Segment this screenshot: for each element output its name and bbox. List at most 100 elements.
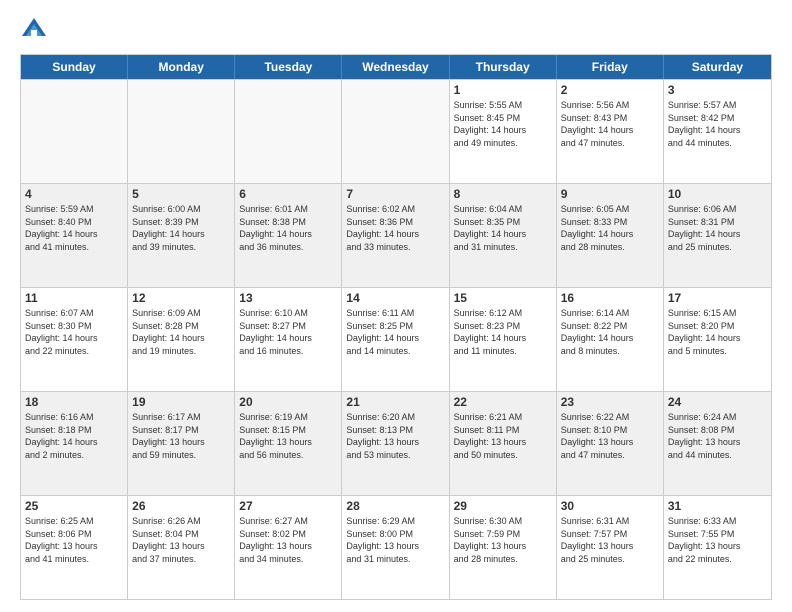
- cell-info: Sunrise: 6:17 AM Sunset: 8:17 PM Dayligh…: [132, 411, 230, 461]
- calendar: SundayMondayTuesdayWednesdayThursdayFrid…: [20, 54, 772, 600]
- empty-cell: [128, 80, 235, 183]
- cell-info: Sunrise: 6:04 AM Sunset: 8:35 PM Dayligh…: [454, 203, 552, 253]
- day-number: 9: [561, 187, 659, 201]
- day-cell-5: 5Sunrise: 6:00 AM Sunset: 8:39 PM Daylig…: [128, 184, 235, 287]
- cell-info: Sunrise: 6:06 AM Sunset: 8:31 PM Dayligh…: [668, 203, 767, 253]
- day-cell-18: 18 Sunrise: 6:16 AM Sunset: 8:18 PM Dayli…: [21, 392, 128, 495]
- logo-icon: [20, 16, 48, 44]
- calendar-row-1: 1 Sunrise: 5:55 AM Sunset: 8:45 PM Daylig…: [21, 79, 771, 183]
- day-cell-3: 3 Sunrise: 5:57 AM Sunset: 8:42 PM Daylig…: [664, 80, 771, 183]
- day-cell-26: 26 Sunrise: 6:26 AM Sunset: 8:04 PM Dayli…: [128, 496, 235, 599]
- cell-info: Sunrise: 6:30 AM Sunset: 7:59 PM Dayligh…: [454, 515, 552, 565]
- day-cell-22: 22 Sunrise: 6:21 AM Sunset: 8:11 PM Dayli…: [450, 392, 557, 495]
- day-cell-28: 28 Sunrise: 6:29 AM Sunset: 8:00 PM Dayli…: [342, 496, 449, 599]
- day-number: 27: [239, 499, 337, 513]
- day-cell-13: 13 Sunrise: 6:10 AM Sunset: 8:27 PM Dayli…: [235, 288, 342, 391]
- header-day-saturday: Saturday: [664, 55, 771, 79]
- header-day-wednesday: Wednesday: [342, 55, 449, 79]
- day-number: 12: [132, 291, 230, 305]
- cell-info: Sunrise: 6:15 AM Sunset: 8:20 PM Dayligh…: [668, 307, 767, 357]
- cell-info: Sunrise: 6:16 AM Sunset: 8:18 PM Dayligh…: [25, 411, 123, 461]
- empty-cell: [21, 80, 128, 183]
- day-number: 23: [561, 395, 659, 409]
- cell-info: Sunrise: 6:12 AM Sunset: 8:23 PM Dayligh…: [454, 307, 552, 357]
- day-cell-15: 15 Sunrise: 6:12 AM Sunset: 8:23 PM Dayli…: [450, 288, 557, 391]
- cell-info: Sunrise: 6:33 AM Sunset: 7:55 PM Dayligh…: [668, 515, 767, 565]
- day-number: 4: [25, 187, 123, 201]
- page: SundayMondayTuesdayWednesdayThursdayFrid…: [0, 0, 792, 612]
- day-cell-17: 17 Sunrise: 6:15 AM Sunset: 8:20 PM Dayli…: [664, 288, 771, 391]
- cell-info: Sunrise: 6:05 AM Sunset: 8:33 PM Dayligh…: [561, 203, 659, 253]
- logo: [20, 16, 52, 44]
- day-cell-31: 31 Sunrise: 6:33 AM Sunset: 7:55 PM Dayli…: [664, 496, 771, 599]
- day-cell-25: 25 Sunrise: 6:25 AM Sunset: 8:06 PM Dayli…: [21, 496, 128, 599]
- day-number: 8: [454, 187, 552, 201]
- day-cell-11: 11Sunrise: 6:07 AM Sunset: 8:30 PM Dayli…: [21, 288, 128, 391]
- day-cell-23: 23 Sunrise: 6:22 AM Sunset: 8:10 PM Dayli…: [557, 392, 664, 495]
- day-cell-2: 2Sunrise: 5:56 AM Sunset: 8:43 PM Daylig…: [557, 80, 664, 183]
- day-cell-10: 10 Sunrise: 6:06 AM Sunset: 8:31 PM Dayli…: [664, 184, 771, 287]
- day-cell-19: 19 Sunrise: 6:17 AM Sunset: 8:17 PM Dayli…: [128, 392, 235, 495]
- day-cell-20: 20 Sunrise: 6:19 AM Sunset: 8:15 PM Dayli…: [235, 392, 342, 495]
- cell-info: Sunrise: 6:31 AM Sunset: 7:57 PM Dayligh…: [561, 515, 659, 565]
- cell-info: Sunrise: 6:19 AM Sunset: 8:15 PM Dayligh…: [239, 411, 337, 461]
- day-cell-21: 21Sunrise: 6:20 AM Sunset: 8:13 PM Dayli…: [342, 392, 449, 495]
- day-number: 10: [668, 187, 767, 201]
- day-cell-4: 4Sunrise: 5:59 AM Sunset: 8:40 PM Daylig…: [21, 184, 128, 287]
- day-number: 6: [239, 187, 337, 201]
- day-number: 2: [561, 83, 659, 97]
- cell-info: Sunrise: 5:55 AM Sunset: 8:45 PM Dayligh…: [454, 99, 552, 149]
- day-number: 28: [346, 499, 444, 513]
- day-cell-24: 24Sunrise: 6:24 AM Sunset: 8:08 PM Dayli…: [664, 392, 771, 495]
- cell-info: Sunrise: 6:29 AM Sunset: 8:00 PM Dayligh…: [346, 515, 444, 565]
- calendar-body: 1 Sunrise: 5:55 AM Sunset: 8:45 PM Daylig…: [21, 79, 771, 599]
- header-day-friday: Friday: [557, 55, 664, 79]
- day-cell-7: 7Sunrise: 6:02 AM Sunset: 8:36 PM Daylig…: [342, 184, 449, 287]
- day-cell-8: 8 Sunrise: 6:04 AM Sunset: 8:35 PM Daylig…: [450, 184, 557, 287]
- calendar-row-5: 25 Sunrise: 6:25 AM Sunset: 8:06 PM Dayli…: [21, 495, 771, 599]
- cell-info: Sunrise: 6:21 AM Sunset: 8:11 PM Dayligh…: [454, 411, 552, 461]
- day-number: 15: [454, 291, 552, 305]
- day-number: 17: [668, 291, 767, 305]
- cell-info: Sunrise: 6:07 AM Sunset: 8:30 PM Dayligh…: [25, 307, 123, 357]
- day-cell-29: 29 Sunrise: 6:30 AM Sunset: 7:59 PM Dayli…: [450, 496, 557, 599]
- day-cell-27: 27 Sunrise: 6:27 AM Sunset: 8:02 PM Dayli…: [235, 496, 342, 599]
- calendar-row-3: 11Sunrise: 6:07 AM Sunset: 8:30 PM Dayli…: [21, 287, 771, 391]
- header-day-monday: Monday: [128, 55, 235, 79]
- header-day-thursday: Thursday: [450, 55, 557, 79]
- day-cell-1: 1 Sunrise: 5:55 AM Sunset: 8:45 PM Daylig…: [450, 80, 557, 183]
- day-number: 25: [25, 499, 123, 513]
- cell-info: Sunrise: 6:22 AM Sunset: 8:10 PM Dayligh…: [561, 411, 659, 461]
- header-day-sunday: Sunday: [21, 55, 128, 79]
- calendar-header: SundayMondayTuesdayWednesdayThursdayFrid…: [21, 55, 771, 79]
- cell-info: Sunrise: 6:20 AM Sunset: 8:13 PM Dayligh…: [346, 411, 444, 461]
- empty-cell: [235, 80, 342, 183]
- cell-info: Sunrise: 6:24 AM Sunset: 8:08 PM Dayligh…: [668, 411, 767, 461]
- day-cell-14: 14Sunrise: 6:11 AM Sunset: 8:25 PM Dayli…: [342, 288, 449, 391]
- day-number: 5: [132, 187, 230, 201]
- cell-info: Sunrise: 6:25 AM Sunset: 8:06 PM Dayligh…: [25, 515, 123, 565]
- day-number: 26: [132, 499, 230, 513]
- day-cell-9: 9 Sunrise: 6:05 AM Sunset: 8:33 PM Daylig…: [557, 184, 664, 287]
- cell-info: Sunrise: 6:11 AM Sunset: 8:25 PM Dayligh…: [346, 307, 444, 357]
- cell-info: Sunrise: 6:14 AM Sunset: 8:22 PM Dayligh…: [561, 307, 659, 357]
- day-number: 3: [668, 83, 767, 97]
- day-number: 20: [239, 395, 337, 409]
- cell-info: Sunrise: 6:10 AM Sunset: 8:27 PM Dayligh…: [239, 307, 337, 357]
- day-number: 31: [668, 499, 767, 513]
- day-number: 29: [454, 499, 552, 513]
- day-number: 1: [454, 83, 552, 97]
- cell-info: Sunrise: 6:27 AM Sunset: 8:02 PM Dayligh…: [239, 515, 337, 565]
- cell-info: Sunrise: 6:09 AM Sunset: 8:28 PM Dayligh…: [132, 307, 230, 357]
- day-number: 18: [25, 395, 123, 409]
- cell-info: Sunrise: 6:02 AM Sunset: 8:36 PM Dayligh…: [346, 203, 444, 253]
- day-number: 22: [454, 395, 552, 409]
- empty-cell: [342, 80, 449, 183]
- cell-info: Sunrise: 6:26 AM Sunset: 8:04 PM Dayligh…: [132, 515, 230, 565]
- day-number: 13: [239, 291, 337, 305]
- day-number: 19: [132, 395, 230, 409]
- day-cell-16: 16Sunrise: 6:14 AM Sunset: 8:22 PM Dayli…: [557, 288, 664, 391]
- day-cell-12: 12 Sunrise: 6:09 AM Sunset: 8:28 PM Dayli…: [128, 288, 235, 391]
- cell-info: Sunrise: 5:57 AM Sunset: 8:42 PM Dayligh…: [668, 99, 767, 149]
- day-cell-6: 6Sunrise: 6:01 AM Sunset: 8:38 PM Daylig…: [235, 184, 342, 287]
